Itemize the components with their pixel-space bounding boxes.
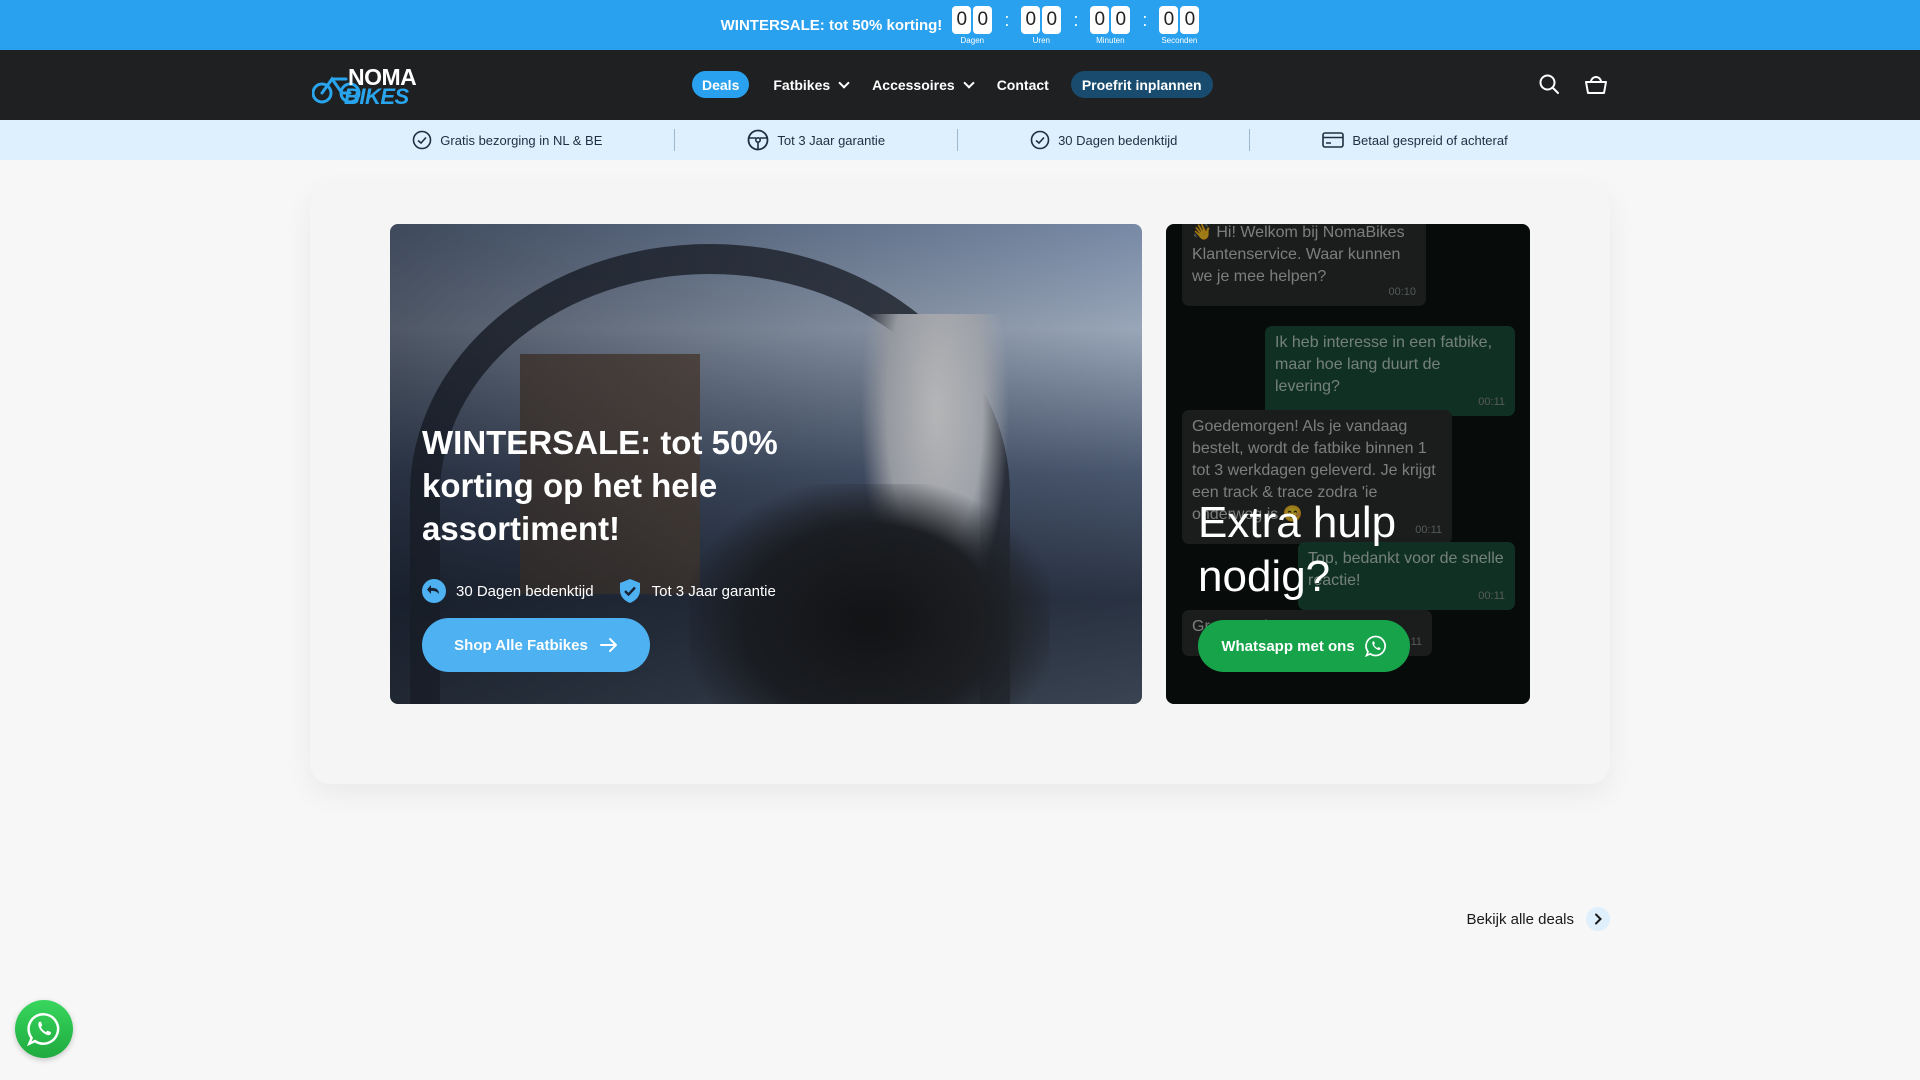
hero-badge: 30 Dagen bedenktijd	[422, 578, 594, 604]
cart-basket-icon[interactable]	[1584, 73, 1608, 95]
site-header: NOMA BIKES Deals Fatbikes Accessoires Co…	[0, 50, 1920, 120]
nav-proefrit-button[interactable]: Proefrit inplannen	[1070, 71, 1213, 98]
countdown-separator: :	[1142, 9, 1148, 30]
nav-accessoires-label: Accessoires	[872, 76, 955, 93]
countdown-label: Uren	[1032, 35, 1050, 45]
shield-check-icon	[619, 579, 640, 603]
whatsapp-icon	[27, 1013, 60, 1046]
shop-button-label: Shop Alle Fatbikes	[454, 636, 588, 654]
hero-banner: WINTERSALE: tot 50% korting op het hele …	[390, 224, 1142, 704]
countdown-digit: 0	[1111, 5, 1131, 34]
nav-fatbikes-label: Fatbikes	[773, 76, 831, 93]
view-all-deals-link[interactable]: Bekijk alle deals	[1466, 907, 1610, 931]
chevron-down-icon	[838, 76, 850, 89]
whatsapp-icon	[1364, 635, 1386, 657]
countdown-digit: 0	[1180, 5, 1200, 34]
countdown-digit: 0	[1042, 5, 1062, 34]
help-title: Extra hulp nodig?	[1198, 498, 1397, 601]
usp-label: Gratis bezorging in NL & BE	[440, 132, 603, 148]
nomabikes-logo[interactable]: NOMA BIKES	[312, 64, 432, 109]
main-nav: Deals Fatbikes Accessoires Contact Proef…	[692, 71, 1237, 98]
shop-all-fatbikes-button[interactable]: Shop Alle Fatbikes	[422, 618, 650, 672]
usp-item: 30 Dagen bedenktijd	[1030, 130, 1177, 150]
usp-label: Betaal gespreid of achteraf	[1352, 132, 1508, 148]
countdown-seconds: 00 Seconden	[1159, 5, 1200, 45]
hero-title: WINTERSALE: tot 50% korting op het hele …	[422, 424, 778, 547]
usp-label: Tot 3 Jaar garantie	[777, 132, 886, 148]
usp-divider	[957, 129, 959, 151]
countdown-digit: 0	[973, 5, 993, 34]
countdown-digit: 0	[1090, 5, 1110, 34]
announcement-bar: WINTERSALE: tot 50% korting! 00 Dagen : …	[0, 0, 1920, 50]
hero-badge-label: Tot 3 Jaar garantie	[651, 582, 776, 600]
whatsapp-button-label: Whatsapp met ons	[1221, 637, 1355, 655]
usp-item: Gratis bezorging in NL & BE	[412, 130, 602, 150]
usp-bar: Gratis bezorging in NL & BE Tot 3 Jaar g…	[0, 120, 1920, 160]
header-actions	[1538, 73, 1608, 95]
return-arrow-icon	[422, 579, 446, 603]
logo-text-bikes: BIKES	[344, 84, 409, 109]
announcement-text: WINTERSALE: tot 50% korting!	[720, 16, 943, 34]
countdown-minutes: 00 Minuten	[1090, 5, 1131, 45]
usp-divider	[674, 129, 676, 151]
check-circle-icon	[412, 130, 432, 150]
countdown-digit: 0	[1021, 5, 1041, 34]
countdown-separator: :	[1004, 9, 1010, 30]
countdown-label: Dagen	[960, 35, 985, 45]
nav-fatbikes[interactable]: Fatbikes	[773, 71, 850, 98]
credit-card-icon	[1322, 132, 1345, 148]
countdown-digit: 0	[952, 5, 972, 34]
usp-item: Tot 3 Jaar garantie	[747, 129, 885, 151]
arrow-right-icon	[599, 638, 617, 652]
hero-badge-label: 30 Dagen bedenktijd	[456, 582, 594, 600]
usp-divider	[1249, 129, 1251, 151]
countdown-digit: 0	[1159, 5, 1179, 34]
nav-deals[interactable]: Deals	[692, 71, 750, 98]
hero-card: WINTERSALE: tot 50% korting op het hele …	[310, 185, 1610, 784]
nav-contact[interactable]: Contact	[997, 71, 1049, 98]
check-circle-icon	[1030, 130, 1050, 150]
countdown-days: 00 Dagen	[952, 5, 993, 45]
usp-label: 30 Dagen bedenktijd	[1058, 132, 1178, 148]
steering-wheel-icon	[747, 129, 769, 151]
countdown-label: Seconden	[1161, 35, 1198, 45]
chevron-down-icon	[963, 76, 975, 89]
countdown-label: Minuten	[1096, 35, 1125, 45]
hero-badges: 30 Dagen bedenktijd Tot 3 Jaar garantie	[422, 578, 776, 604]
usp-item: Betaal gespreid of achteraf	[1322, 132, 1508, 148]
whatsapp-button[interactable]: Whatsapp met ons	[1198, 620, 1410, 672]
chevron-right-icon	[1586, 907, 1610, 931]
deals-link-label: Bekijk alle deals	[1466, 910, 1574, 928]
search-icon[interactable]	[1538, 73, 1560, 95]
whatsapp-float-button[interactable]	[15, 1000, 73, 1058]
countdown-hours: 00 Uren	[1021, 5, 1062, 45]
help-panel: 👋 Hi! Welkom bij NomaBikes Klantenservic…	[1166, 224, 1530, 704]
nav-accessoires[interactable]: Accessoires	[872, 71, 975, 98]
hero-badge: Tot 3 Jaar garantie	[618, 578, 776, 604]
countdown-separator: :	[1073, 9, 1079, 30]
